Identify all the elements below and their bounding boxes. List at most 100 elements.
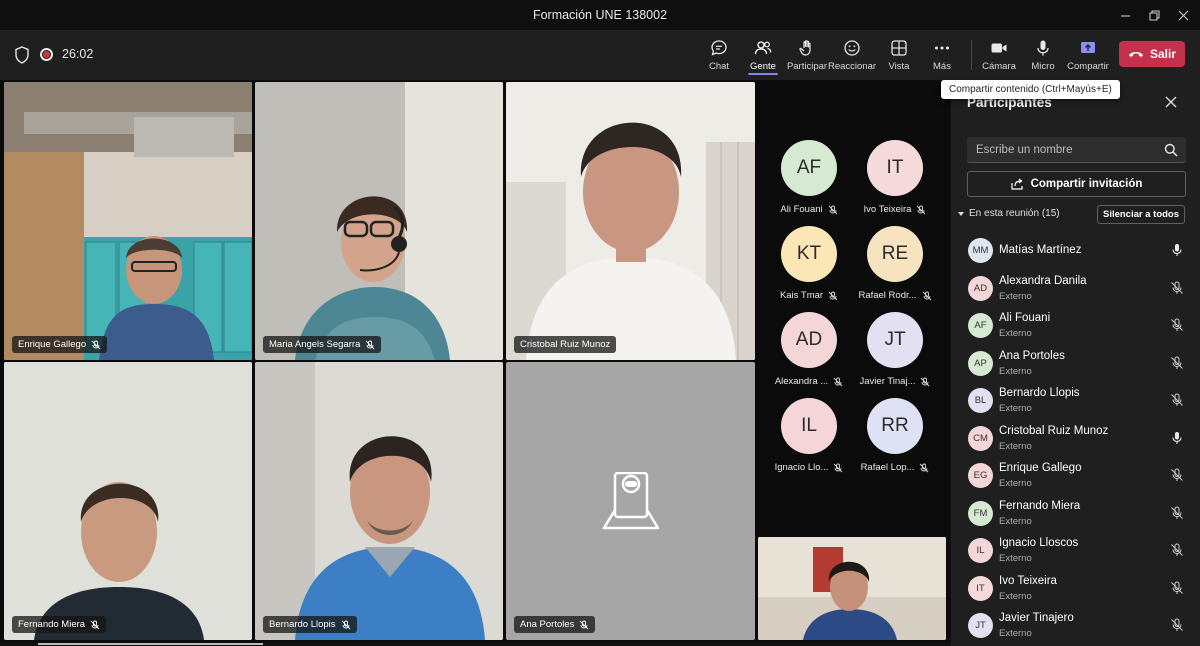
react-button[interactable]: Reaccionar bbox=[827, 30, 877, 80]
participant-role: Externo bbox=[999, 515, 1032, 527]
video-tile[interactable]: Cristobal Ruiz Munoz bbox=[506, 82, 755, 360]
participant-name: Bernardo Llopis bbox=[269, 619, 336, 630]
avatar: IL bbox=[968, 538, 993, 563]
mic-off-icon bbox=[922, 291, 931, 300]
avatar-name-row: Kais Tmar bbox=[769, 290, 849, 301]
share-icon bbox=[1010, 178, 1023, 190]
mic-off-icon bbox=[917, 205, 926, 214]
participant-avatar-tile[interactable]: RE Rafael Rodr... bbox=[855, 226, 935, 301]
participant-name-tag: Maria Angels Segarra bbox=[263, 336, 382, 353]
video-tile[interactable]: Fernando Miera bbox=[4, 362, 252, 640]
participant-row[interactable]: CM Cristobal Ruiz Munoz Externo bbox=[951, 420, 1200, 458]
participant-role: Externo bbox=[999, 440, 1032, 452]
participant-row[interactable]: BL Bernardo Llopis Externo bbox=[951, 382, 1200, 420]
chat-button[interactable]: Chat bbox=[696, 30, 742, 80]
video-tile[interactable]: Maria Angels Segarra bbox=[255, 82, 503, 360]
mic-off-icon bbox=[920, 463, 929, 472]
title-bar: Formación UNE 138002 bbox=[0, 0, 1200, 30]
avatar: RE bbox=[867, 226, 923, 282]
view-button[interactable]: Vista bbox=[876, 30, 922, 80]
hand-icon bbox=[799, 40, 811, 56]
leave-button[interactable]: Salir bbox=[1119, 41, 1185, 67]
self-view-tile[interactable] bbox=[758, 537, 946, 640]
more-button[interactable]: Más bbox=[919, 30, 965, 80]
avatar: FM bbox=[968, 500, 993, 526]
video-tile[interactable]: Enrique Gallego bbox=[4, 82, 252, 360]
mic-button[interactable]: Micro bbox=[1020, 30, 1066, 80]
close-icon[interactable] bbox=[1163, 94, 1179, 110]
share-invite-button[interactable]: Compartir invitación bbox=[967, 171, 1186, 197]
video-tile[interactable]: Ana Portoles bbox=[506, 362, 755, 640]
people-button[interactable]: Gente bbox=[740, 30, 786, 80]
participant-row[interactable]: AD Alexandra Danila Externo bbox=[951, 270, 1200, 308]
participant-name: Fernando Miera bbox=[999, 499, 1081, 512]
share-tooltip: Compartir contenido (Ctrl+Mayús+E) bbox=[941, 80, 1120, 99]
participant-row[interactable]: FM Fernando Miera Externo bbox=[951, 495, 1200, 533]
camera-button[interactable]: Cámara bbox=[976, 30, 1022, 80]
raise-hand-button[interactable]: Participar bbox=[784, 30, 830, 80]
in-meeting-header[interactable]: En esta reunión (15) bbox=[957, 208, 1060, 219]
video-tile[interactable]: Bernardo Llopis bbox=[255, 362, 503, 640]
participant-list: MM Matías Martínez AD Alexandra Danila Exter… bbox=[951, 232, 1200, 645]
meeting-toolbar: 26:02 Chat Gente Participar Reaccionar V… bbox=[0, 30, 1200, 80]
shield-icon[interactable] bbox=[14, 46, 30, 64]
avatar-name-row: Rafael Rodr... bbox=[855, 290, 935, 301]
close-window-icon[interactable] bbox=[1166, 0, 1200, 30]
mic-off-icon bbox=[1170, 281, 1184, 295]
participant-avatar-tile[interactable]: RR Rafael Lop... bbox=[855, 398, 935, 473]
avatar: AF bbox=[968, 313, 993, 338]
mic-off-icon bbox=[366, 340, 375, 349]
avatar: IL bbox=[781, 398, 837, 454]
mic-off-icon bbox=[341, 620, 350, 629]
participant-row[interactable]: IL Ignacio Lloscos Externo bbox=[951, 532, 1200, 570]
participant-name: Cristobal Ruiz Munoz bbox=[520, 339, 611, 350]
self-video-feed bbox=[758, 537, 946, 640]
camera-icon bbox=[991, 43, 1007, 53]
recording-icon bbox=[40, 48, 53, 61]
participant-role: Externo bbox=[999, 553, 1032, 564]
people-label: Gente bbox=[750, 61, 776, 72]
participant-name: Cristobal Ruiz Munoz bbox=[999, 424, 1109, 437]
share-button[interactable]: Compartir bbox=[1065, 30, 1111, 80]
video-feed-office bbox=[255, 362, 503, 640]
avatar-name: Ivo Teixeira bbox=[863, 204, 912, 215]
mic-off-icon bbox=[91, 340, 101, 349]
search-icon[interactable] bbox=[1164, 143, 1178, 157]
participant-avatar-tile[interactable]: IL Ignacio Llo... bbox=[769, 398, 849, 473]
mic-off-icon bbox=[1170, 393, 1184, 407]
avatar-name: Rafael Rodr... bbox=[858, 290, 917, 301]
mic-off-icon bbox=[828, 205, 837, 214]
participants-panel: Participantes Compartir invitación En es… bbox=[950, 80, 1200, 646]
participant-avatar-tile[interactable]: IT Ivo Teixeira bbox=[855, 140, 935, 215]
search-input[interactable] bbox=[967, 137, 1157, 163]
in-meeting-count: En esta reunión (15) bbox=[969, 208, 1060, 219]
participant-name: Ali Fouani bbox=[999, 312, 1051, 324]
mic-off-icon bbox=[580, 620, 589, 629]
microphone-icon bbox=[1170, 431, 1184, 445]
participant-row[interactable]: AP Ana Portoles Externo bbox=[951, 345, 1200, 383]
participant-row[interactable]: EG Enrique Gallego Externo bbox=[951, 457, 1200, 495]
participant-avatar-tile[interactable]: AF Ali Fouani bbox=[769, 140, 849, 215]
participant-row[interactable]: IT Ivo Teixeira Externo bbox=[951, 570, 1200, 608]
mic-label: Micro bbox=[1031, 61, 1055, 72]
participant-row[interactable]: AF Ali Fouani Externo bbox=[951, 307, 1200, 345]
mute-all-button[interactable]: Silenciar a todos bbox=[1097, 205, 1185, 224]
avatar-name: Ali Fouani bbox=[780, 204, 823, 215]
participant-role: Externo bbox=[999, 403, 1032, 414]
participant-name: Ignacio Lloscos bbox=[999, 537, 1079, 549]
participant-role: Externo bbox=[999, 628, 1032, 639]
mic-off-icon bbox=[1170, 356, 1184, 370]
participant-avatar-tile[interactable]: JT Javier Tinaj... bbox=[855, 312, 935, 387]
participant-name-tag: Cristobal Ruiz Munoz bbox=[514, 336, 617, 353]
participant-row[interactable]: MM Matías Martínez bbox=[951, 232, 1200, 270]
participant-row[interactable]: JT Javier Tinajero Externo bbox=[951, 607, 1200, 645]
raise-hand-label: Participar bbox=[786, 61, 828, 72]
participant-name: Alexandra Danila bbox=[999, 274, 1087, 287]
avatar-name: Javier Tinaj... bbox=[859, 376, 916, 387]
mic-off-icon bbox=[90, 620, 100, 629]
participant-search[interactable] bbox=[967, 137, 1186, 163]
participant-avatar-tile[interactable]: KT Kais Tmar bbox=[769, 226, 849, 301]
participant-avatar-tile[interactable]: AD Alexandra ... bbox=[769, 312, 849, 387]
react-label: Reaccionar bbox=[827, 61, 877, 72]
participant-name: Fernando Miera bbox=[18, 619, 86, 630]
